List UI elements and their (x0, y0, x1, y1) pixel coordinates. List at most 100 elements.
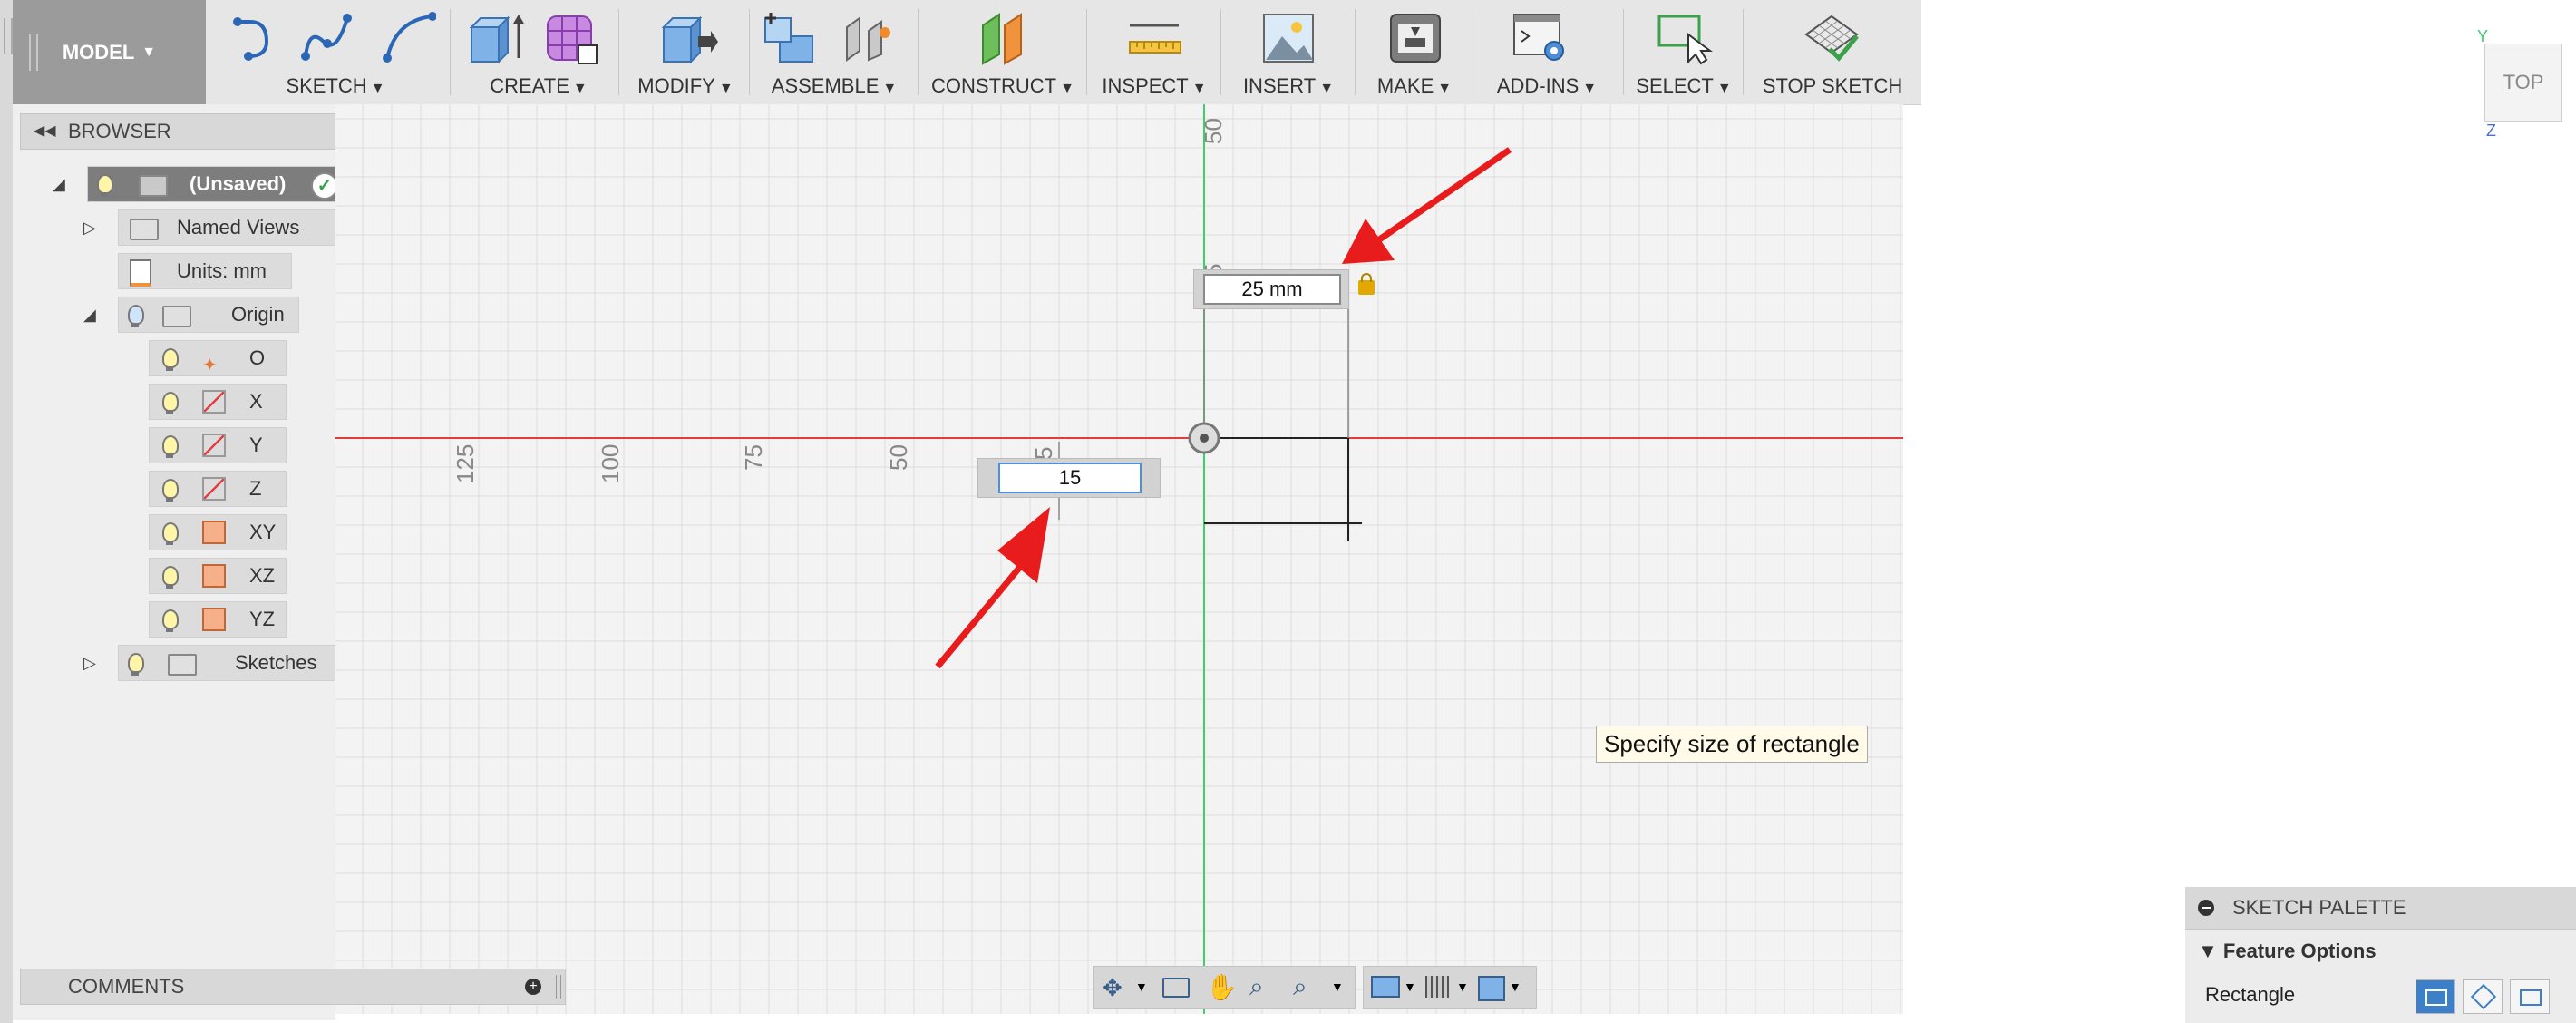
browser-panel: ◀◀ BROWSER ◢ (Unsaved) ✓ ▷ Named Views U… (13, 104, 566, 1020)
axis-icon (202, 477, 226, 501)
arc-icon (383, 12, 436, 63)
visibility-bulb-icon[interactable] (162, 522, 179, 545)
assemble-group[interactable]: ASSEMBLE ▼ (753, 0, 916, 104)
visibility-bulb-icon[interactable] (97, 174, 113, 197)
modify-group[interactable]: MODIFY ▼ (622, 0, 749, 104)
visibility-bulb-icon[interactable] (162, 348, 179, 371)
feature-options-section[interactable]: ▼ Feature Options (2198, 940, 2377, 963)
toolbar-divider (749, 9, 750, 95)
origin-item-y[interactable]: Y (149, 427, 287, 463)
add-comment-icon[interactable]: + (525, 979, 541, 995)
dimension-input-box (1193, 269, 1349, 309)
units-label: Units: mm (177, 259, 267, 282)
browser-origin[interactable]: Origin (118, 297, 299, 333)
plane-icon (202, 608, 226, 631)
chevron-down-icon[interactable]: ▼ (1456, 979, 1469, 994)
visibility-bulb-icon[interactable] (162, 566, 179, 589)
select-group[interactable]: SELECT ▼ (1625, 0, 1743, 104)
height-dimension-input[interactable] (998, 463, 1142, 493)
origin-item-yz[interactable]: YZ (149, 601, 287, 638)
chevron-down-icon[interactable]: ▼ (1331, 979, 1344, 994)
browser-sketches[interactable]: Sketches (118, 645, 337, 681)
visibility-bulb-icon[interactable] (162, 392, 179, 414)
axis-icon (202, 390, 226, 414)
assemble-menu-label: ASSEMBLE ▼ (771, 74, 898, 97)
insert-group[interactable]: INSERT ▼ (1224, 0, 1353, 104)
chevron-down-icon[interactable]: ▼ (1404, 979, 1416, 994)
minimize-icon[interactable] (2198, 900, 2214, 916)
zoom-window-icon[interactable]: ⌕ (1293, 972, 1307, 1002)
browser-named-views[interactable]: Named Views (118, 209, 337, 246)
toolbar-divider (1623, 9, 1624, 95)
chevron-down-icon: ▼ (141, 44, 157, 60)
browser-units[interactable]: Units: mm (118, 253, 292, 289)
visibility-bulb-icon[interactable] (162, 479, 179, 502)
make-menu-label: MAKE ▼ (1376, 74, 1453, 97)
visibility-bulb-icon[interactable] (128, 653, 144, 676)
visibility-bulb-icon[interactable] (162, 609, 179, 632)
origin-item-o[interactable]: ✦ O (149, 340, 287, 376)
comments-panel[interactable]: COMMENTS + (20, 969, 566, 1005)
feature-options-label: Feature Options (2222, 940, 2377, 962)
origin-item-z[interactable]: Z (149, 471, 287, 507)
visibility-bulb-icon[interactable] (128, 305, 144, 327)
collapse-panel-icon[interactable]: ◀◀ (34, 114, 56, 149)
toolbar-divider (618, 9, 619, 95)
sketch-palette-header[interactable]: SKETCH PALETTE (2185, 887, 2576, 930)
expand-triangle-icon[interactable]: ◢ (83, 306, 96, 325)
width-dimension-input[interactable] (1203, 274, 1341, 305)
chevron-down-icon[interactable]: ▼ (1135, 979, 1148, 994)
visibility-bulb-icon[interactable] (162, 435, 179, 458)
diamond-rectangle-icon (2470, 983, 2497, 1010)
plane-icon (202, 521, 226, 544)
three-point-rectangle-button[interactable] (2463, 979, 2503, 1014)
workspace-switcher-button[interactable]: MODEL ▼ (13, 0, 206, 104)
orbit-icon[interactable]: ✥ (1103, 974, 1123, 1002)
viewports-icon[interactable] (1478, 976, 1505, 1001)
construct-group[interactable]: CONSTRUCT ▼ (921, 0, 1084, 104)
annotation-arrow (935, 564, 1023, 669)
pan-hand-icon[interactable]: ✋ (1206, 972, 1238, 1002)
ruler-label: 125 (452, 444, 479, 483)
center-rectangle-button[interactable] (2510, 979, 2550, 1014)
sketch-group[interactable]: SKETCH ▼ (214, 0, 457, 104)
expand-triangle-icon[interactable]: ◢ (53, 175, 65, 194)
toolbar-divider (1220, 9, 1221, 95)
inspect-group[interactable]: INSPECT ▼ (1088, 0, 1220, 104)
sketches-label: Sketches (235, 651, 317, 674)
sketch-palette-title: SKETCH PALETTE (2232, 896, 2406, 919)
zoom-icon[interactable]: ⌕ (1249, 972, 1264, 1002)
annotation-arrowhead (997, 507, 1050, 583)
root-label: (Unsaved) (190, 172, 287, 195)
extrude-icon (469, 15, 524, 64)
add-ins-group[interactable]: ADD-INS ▼ (1474, 0, 1619, 104)
origin-item-xz[interactable]: XZ (149, 558, 287, 594)
origin-item-x[interactable]: X (149, 384, 287, 420)
folder-icon (130, 219, 159, 240)
press-pull-icon (661, 15, 718, 64)
make-group[interactable]: MAKE ▼ (1356, 0, 1473, 104)
create-group[interactable]: CREATE ▼ (457, 0, 620, 104)
look-at-icon[interactable] (1162, 978, 1190, 998)
panel-grip-icon[interactable] (556, 975, 561, 999)
two-point-rectangle-button[interactable] (2416, 979, 2455, 1014)
expand-triangle-icon[interactable]: ▷ (83, 219, 96, 238)
origin-item-xy[interactable]: XY (149, 514, 287, 550)
chevron-down-icon[interactable]: ▼ (1509, 979, 1521, 994)
ruler-label: 100 (597, 444, 624, 483)
lock-icon[interactable] (1358, 273, 1375, 295)
display-settings-icon[interactable] (1371, 976, 1400, 998)
browser-root-node[interactable]: (Unsaved) ✓ (87, 166, 345, 202)
sketch-canvas[interactable]: 125 100 75 50 5 50 5 Specify size of rec… (335, 104, 1903, 1014)
expand-triangle-icon[interactable]: ▷ (83, 654, 96, 673)
grid-settings-icon[interactable] (1425, 976, 1449, 998)
comments-title: COMMENTS (68, 975, 185, 998)
annotation-arrowhead (1342, 219, 1395, 264)
origin-item-label: Z (249, 477, 262, 500)
grid-lines (335, 104, 1903, 1014)
folder-icon (168, 654, 197, 676)
main-toolbar: MODEL ▼ SKETCH ▼ CREATE ▼ MODIFY ▼ ASSEM… (13, 0, 1921, 105)
rectangle-icon (2425, 989, 2447, 1006)
viewcube[interactable]: TOP (2484, 44, 2562, 122)
stop-sketch-button[interactable]: STOP SKETCH (1746, 0, 1919, 104)
